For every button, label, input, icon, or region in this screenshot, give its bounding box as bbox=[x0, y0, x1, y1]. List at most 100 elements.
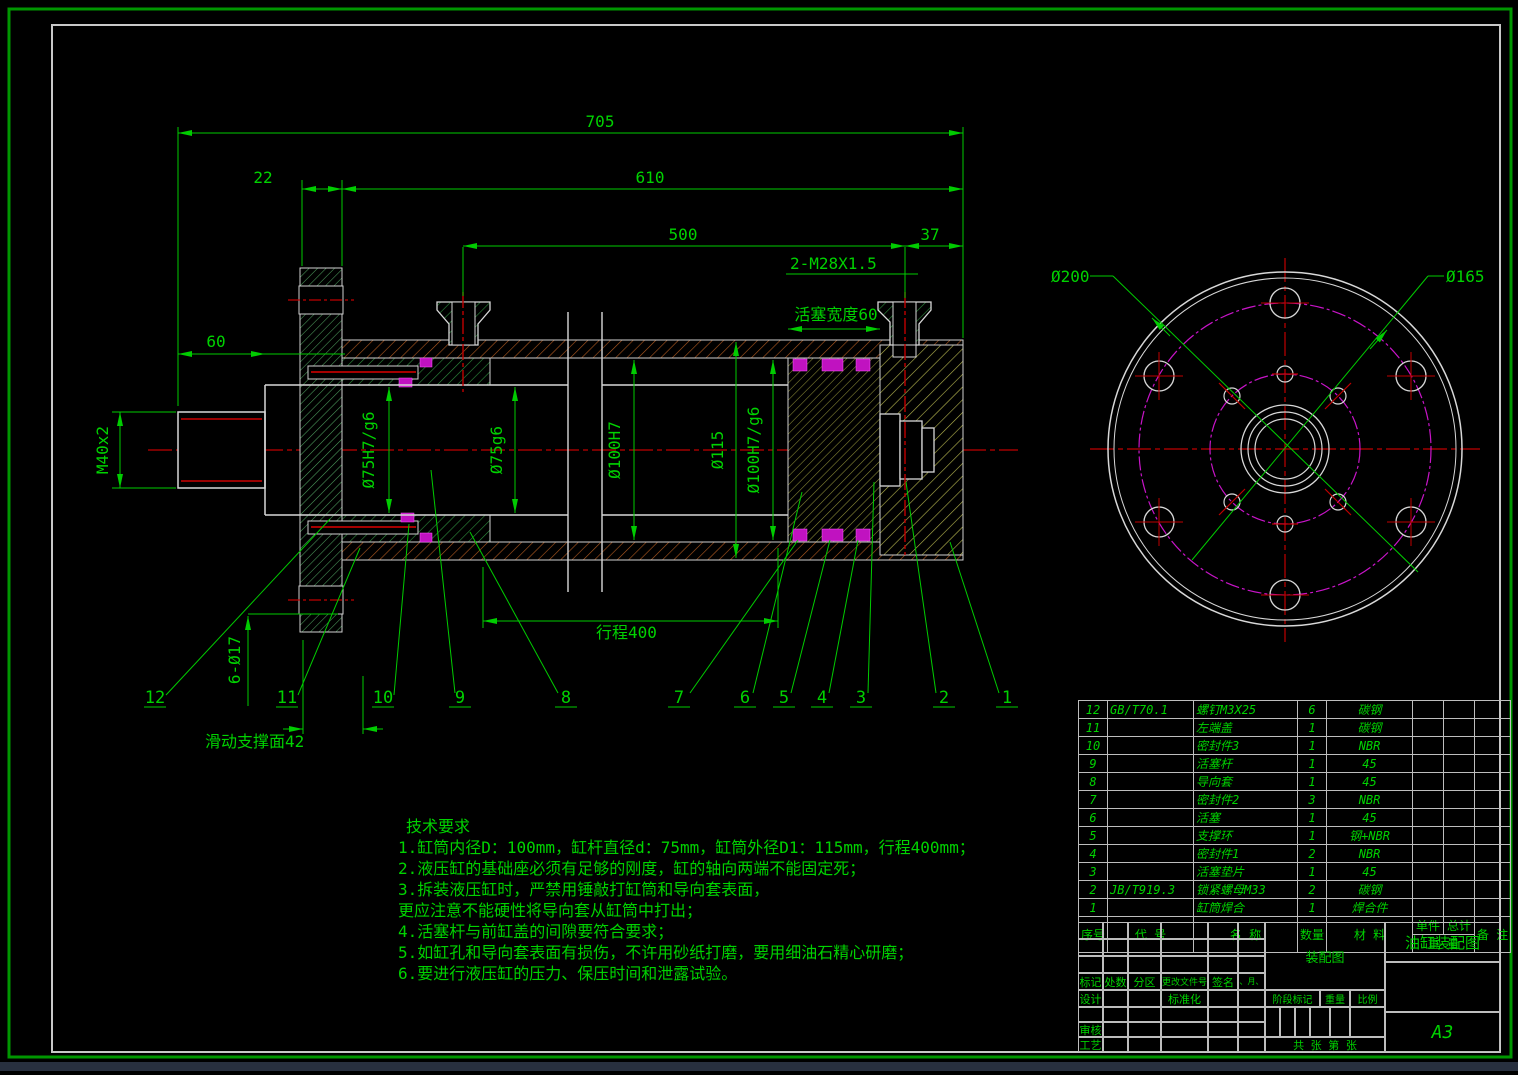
bom-seq: 11 bbox=[1077, 718, 1109, 737]
dim-bore-fit: Ø100H7/g6 bbox=[744, 407, 763, 494]
bom-material: NBR bbox=[1326, 844, 1414, 863]
bom-name: 导向套 bbox=[1193, 772, 1299, 791]
dim-bore: Ø100H7 bbox=[605, 421, 624, 479]
tb-standardize: 标准化 bbox=[1161, 990, 1208, 1007]
balloon-5: 5 bbox=[779, 688, 789, 708]
bom-row: 1 缸筒焊合 1 焊合件 bbox=[1077, 898, 1512, 917]
bom-qty: 3 bbox=[1297, 790, 1328, 809]
bom-code bbox=[1107, 826, 1195, 845]
bom-qty: 1 bbox=[1297, 718, 1328, 737]
balloon-4: 4 bbox=[817, 688, 827, 708]
bom-row: 8 导向套 1 45 bbox=[1077, 772, 1512, 791]
bom-name: 左端盖 bbox=[1193, 718, 1299, 737]
tb-change-no: 更改文件号 bbox=[1161, 973, 1208, 990]
bom-row: 9 活塞杆 1 45 bbox=[1077, 754, 1512, 773]
tb-process: 工艺 bbox=[1078, 1037, 1103, 1052]
bom-name: 螺钉M3X25 bbox=[1193, 700, 1299, 719]
balloon-8: 8 bbox=[561, 688, 571, 708]
technical-requirements: 技术要求 1.缸筒内径D：100mm，缸杆直径d：75mm，缸筒外径D1：115… bbox=[398, 816, 975, 984]
piston bbox=[787, 357, 881, 543]
bom-seq: 9 bbox=[1077, 754, 1109, 773]
bom-name: 支撑环 bbox=[1193, 826, 1299, 845]
tb-scale: 比例 bbox=[1350, 990, 1385, 1007]
bom-material: 钢+NBR bbox=[1326, 826, 1414, 845]
cylinder-barrel-bottom bbox=[341, 541, 964, 561]
bom-qty: 1 bbox=[1297, 862, 1328, 881]
tb-check: 审核 bbox=[1078, 1022, 1103, 1037]
balloon-11: 11 bbox=[277, 688, 297, 708]
balloon-7: 7 bbox=[674, 688, 684, 708]
bom-row: 4 密封件1 2 NBR bbox=[1077, 844, 1512, 863]
balloon-3: 3 bbox=[856, 688, 866, 708]
bom-material: NBR bbox=[1326, 736, 1414, 755]
bom-row: 2 JB/T919.3 锁紧螺母M33 2 碳钢 bbox=[1077, 880, 1512, 899]
dim-piston-width: 活塞宽度60 bbox=[794, 305, 877, 324]
bom-qty: 1 bbox=[1297, 808, 1328, 827]
tb-sheet-format: A3 bbox=[1385, 1012, 1500, 1052]
bom-qty: 2 bbox=[1297, 844, 1328, 863]
dim-705: 705 bbox=[586, 112, 615, 131]
tb-design: 设计 bbox=[1078, 990, 1103, 1007]
bom-seq: 8 bbox=[1077, 772, 1109, 791]
bom-seq: 3 bbox=[1077, 862, 1109, 881]
bom-name: 缸筒焊合 bbox=[1193, 898, 1299, 917]
dim-rod-dia: Ø75g6 bbox=[487, 426, 506, 474]
bom-code bbox=[1107, 718, 1195, 737]
bom-material: 碳钢 bbox=[1326, 700, 1414, 719]
bom-code bbox=[1107, 790, 1195, 809]
tech-line: 2.液压缸的基础座必须有足够的刚度，缸的轴向两端不能固定死； bbox=[398, 859, 866, 878]
dim-ports: 2-M28X1.5 bbox=[790, 254, 877, 273]
tb-date: 年、月、日 bbox=[1238, 973, 1265, 990]
tech-line: 1.缸筒内径D：100mm，缸杆直径d：75mm，缸筒外径D1：115mm，行程… bbox=[398, 838, 975, 857]
dim-bolt-circle: Ø165 bbox=[1446, 267, 1485, 286]
balloon-6: 6 bbox=[740, 688, 750, 708]
balloon-12: 12 bbox=[145, 688, 165, 708]
bom-seq: 10 bbox=[1077, 736, 1109, 755]
bom-row: 12 GB/T70.1 螺钉M3X25 6 碳钢 bbox=[1077, 700, 1512, 719]
bom-material: 45 bbox=[1326, 862, 1414, 881]
bom-qty: 1 bbox=[1297, 754, 1328, 773]
bom-qty: 1 bbox=[1297, 826, 1328, 845]
dim-610: 610 bbox=[636, 168, 665, 187]
bom-material: 焊合件 bbox=[1326, 898, 1414, 917]
dim-thread: M40x2 bbox=[93, 426, 112, 474]
bom-material: 45 bbox=[1326, 772, 1414, 791]
tb-drawing-title: 油缸装配图 bbox=[1385, 922, 1500, 962]
bom-qty: 2 bbox=[1297, 880, 1328, 899]
bom-code: JB/T919.3 bbox=[1107, 880, 1195, 899]
bom-name: 密封件2 bbox=[1193, 790, 1299, 809]
bom-name: 活塞 bbox=[1193, 808, 1299, 827]
tb-sign: 签名 bbox=[1208, 973, 1238, 990]
tech-line: 5.如缸孔和导向套表面有损伤，不许用砂纸打磨，要用细油石精心研磨； bbox=[398, 943, 914, 962]
cylinder-barrel-top bbox=[341, 339, 964, 359]
bom-material: 碳钢 bbox=[1326, 880, 1414, 899]
bom-material: NBR bbox=[1326, 790, 1414, 809]
bom-seq: 4 bbox=[1077, 844, 1109, 863]
bom-code: GB/T70.1 bbox=[1107, 700, 1195, 719]
tb-weight: 重量 bbox=[1320, 990, 1350, 1007]
cad-screenshot: { "sheet": {"format": "A3"}, "colors": {… bbox=[0, 0, 1518, 1071]
bom-code bbox=[1107, 772, 1195, 791]
bom-row: 7 密封件2 3 NBR bbox=[1077, 790, 1512, 809]
bom-code bbox=[1107, 736, 1195, 755]
bom-qty: 1 bbox=[1297, 898, 1328, 917]
end-view: Ø200 Ø165 bbox=[1051, 258, 1485, 642]
tech-line: 4.活塞杆与前缸盖的间隙要符合要求； bbox=[398, 922, 674, 941]
bom-name: 密封件3 bbox=[1193, 736, 1299, 755]
dim-rod-fit: Ø75H7/g6 bbox=[359, 411, 378, 488]
tb-mark: 标记 bbox=[1078, 973, 1103, 990]
dim-outer-circle: Ø200 bbox=[1051, 267, 1090, 286]
dim-outer-dia: Ø115 bbox=[708, 431, 727, 470]
bom-row: 6 活塞 1 45 bbox=[1077, 808, 1512, 827]
bom-material: 碳钢 bbox=[1326, 718, 1414, 737]
tb-count: 处数 bbox=[1103, 973, 1128, 990]
bom-name: 锁紧螺母M33 bbox=[1193, 880, 1299, 899]
bom-row: 5 支撑环 1 钢+NBR bbox=[1077, 826, 1512, 845]
tb-stage: 阶段标记 bbox=[1265, 990, 1320, 1007]
bom-code bbox=[1107, 754, 1195, 773]
balloon-10: 10 bbox=[373, 688, 393, 708]
bom-qty: 6 bbox=[1297, 700, 1328, 719]
bom-row: 3 活塞垫片 1 45 bbox=[1077, 862, 1512, 881]
bom-seq: 7 bbox=[1077, 790, 1109, 809]
tb-zone: 分区 bbox=[1128, 973, 1161, 990]
